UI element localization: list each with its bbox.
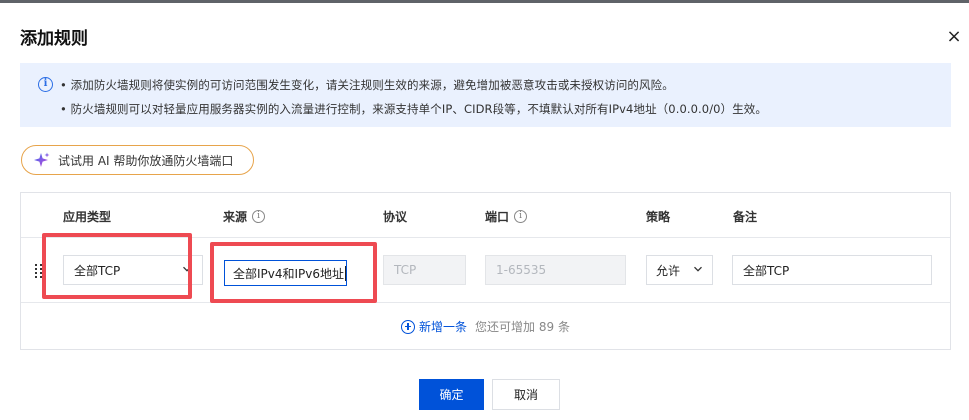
add-rule-label: 新增一条 [419, 320, 468, 334]
app-type-select[interactable]: 全部TCP [63, 255, 203, 285]
notice-banner: i • 添加防火墙规则将使实例的可访问范围发生变化，请关注规则生效的来源，避免增… [20, 63, 951, 127]
window-top-bar [0, 0, 969, 3]
protocol-field: TCP [383, 255, 466, 285]
dialog-title: 添加规则 [20, 29, 88, 49]
remark-value: 全部TCP [743, 263, 790, 278]
add-rule-row: 新增一条 您还可增加 89 条 [21, 304, 950, 349]
table-row: 全部TCP 全部IPv4和IPv6地址 TCP 1-65535 允许 全部TCP [21, 239, 950, 303]
rules-table: 应用类型 来源 i 协议 端口 i 策略 备注 全部TCP 全部IPv4和IPv6地… [20, 192, 951, 350]
policy-value: 允许 [656, 263, 681, 278]
header-port: 端口 i [485, 208, 528, 225]
text-cursor [345, 265, 346, 281]
chevron-down-icon [183, 266, 191, 272]
port-info-icon[interactable]: i [514, 210, 528, 223]
info-circle-icon: i [38, 77, 53, 92]
protocol-value: TCP [394, 263, 417, 277]
app-type-value: 全部TCP [74, 263, 121, 278]
ai-assist-label: 试试用 AI 帮助你放通防火墙端口 [58, 153, 234, 168]
source-value: 全部IPv4和IPv6地址 [233, 266, 345, 281]
cancel-button[interactable]: 取消 [492, 379, 560, 410]
chevron-down-icon [694, 266, 702, 272]
header-source: 来源 i [223, 208, 266, 225]
ai-assist-button[interactable]: 试试用 AI 帮助你放通防火墙端口 [21, 145, 254, 175]
confirm-button[interactable]: 确定 [419, 379, 484, 410]
add-rule-button[interactable]: 新增一条 [401, 318, 467, 335]
notice-line: • 添加防火墙规则将使实例的可访问范围发生变化，请关注规则生效的来源，避免增加被… [60, 78, 674, 92]
header-app-type: 应用类型 [63, 210, 112, 224]
drag-handle-icon[interactable] [35, 264, 43, 278]
table-header: 应用类型 来源 i 协议 端口 i 策略 备注 [21, 193, 950, 238]
source-info-icon[interactable]: i [252, 210, 266, 223]
port-value: 1-65535 [496, 263, 547, 277]
policy-select[interactable]: 允许 [646, 255, 713, 285]
header-policy: 策略 [646, 210, 671, 224]
header-remark: 备注 [733, 210, 758, 224]
plus-circle-icon [401, 319, 416, 334]
remaining-count-hint: 您还可增加 89 条 [475, 320, 570, 334]
notice-line: • 防火墙规则可以对轻量应用服务器实例的入流量进行控制，来源支持单个IP、CID… [60, 102, 767, 116]
header-protocol: 协议 [383, 210, 408, 224]
port-field: 1-65535 [485, 255, 626, 285]
close-icon[interactable]: × [944, 27, 964, 47]
ai-sparkle-icon [34, 152, 50, 167]
source-input[interactable]: 全部IPv4和IPv6地址 [224, 260, 347, 286]
remark-input[interactable]: 全部TCP [732, 255, 932, 285]
